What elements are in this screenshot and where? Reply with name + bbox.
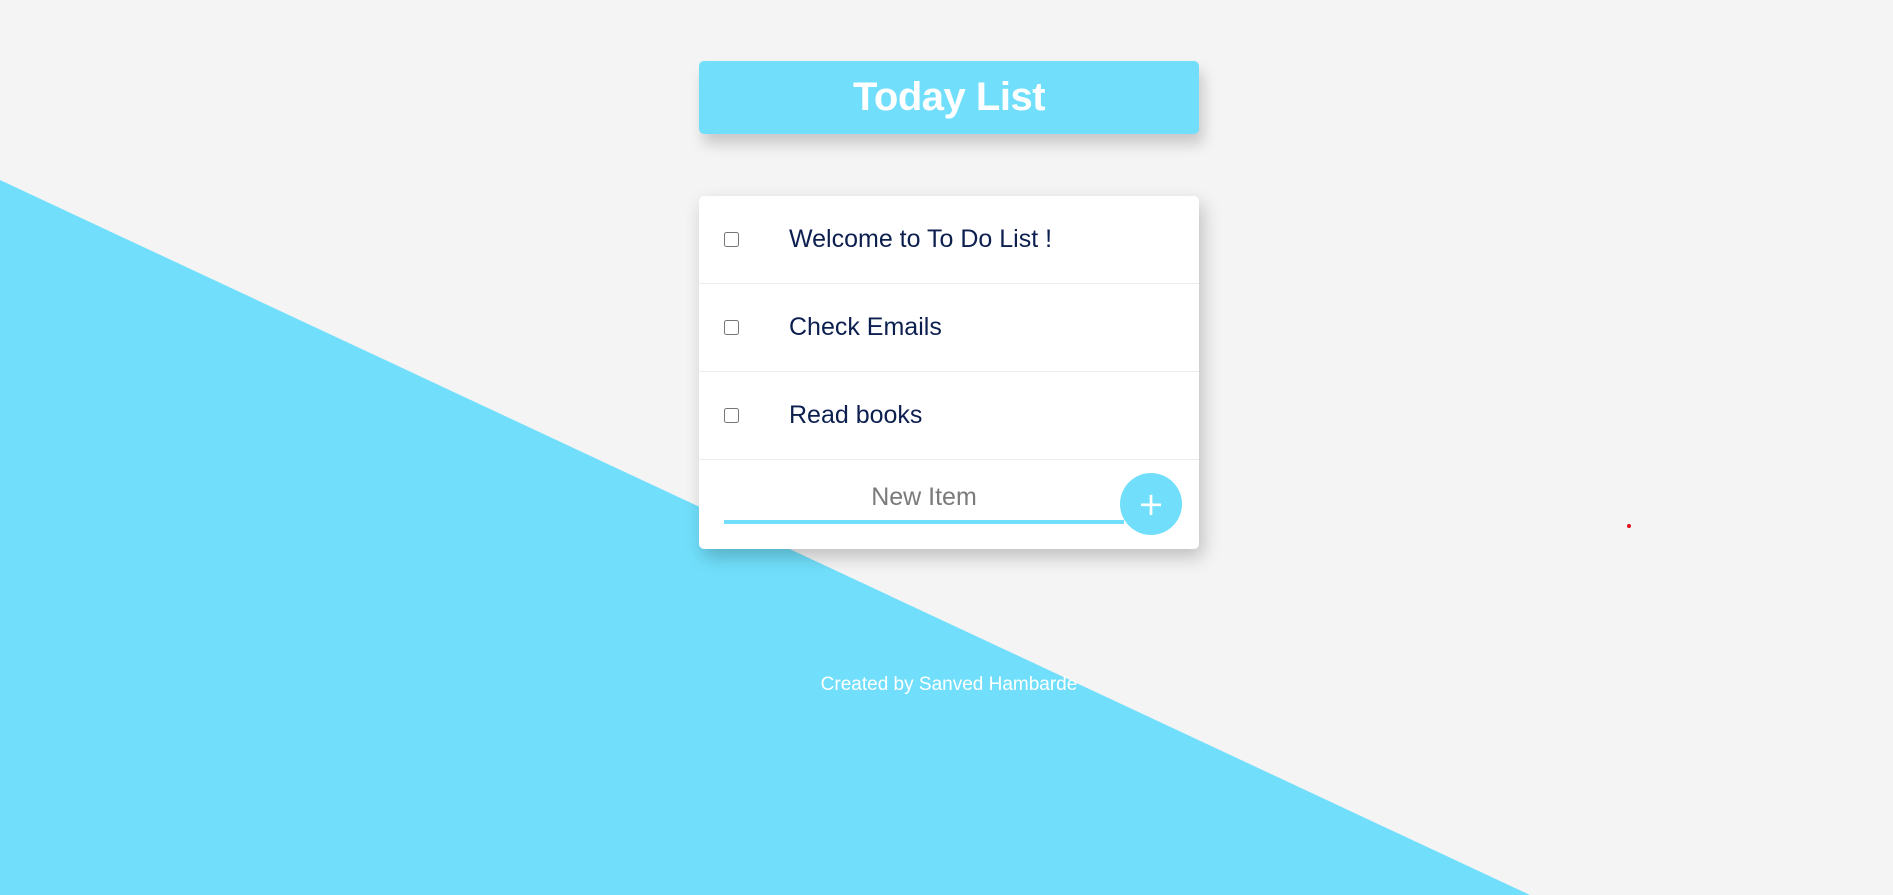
footer-credit: Created by Sanved Hambarde — [820, 674, 1078, 695]
list-item: Check Emails — [699, 284, 1199, 372]
new-item-input[interactable] — [724, 474, 1124, 524]
page: Today List Welcome to To Do List ! Check… — [0, 0, 1893, 895]
add-item-button[interactable]: + — [1120, 473, 1182, 535]
item-checkbox[interactable] — [724, 320, 739, 335]
item-text: Welcome to To Do List ! — [789, 225, 1053, 253]
item-text: Read books — [789, 401, 923, 429]
item-text: Check Emails — [789, 313, 942, 341]
todo-list-box: Welcome to To Do List ! Check Emails Rea… — [699, 196, 1199, 549]
cursor-dot — [1627, 524, 1631, 528]
item-checkbox[interactable] — [724, 232, 739, 247]
list-item: Welcome to To Do List ! — [699, 196, 1199, 284]
page-title: Today List — [852, 75, 1046, 119]
item-checkbox[interactable] — [724, 408, 739, 423]
title-banner: Today List — [699, 61, 1199, 134]
list-item: Read books — [699, 372, 1199, 460]
add-item-form: + — [699, 460, 1199, 549]
